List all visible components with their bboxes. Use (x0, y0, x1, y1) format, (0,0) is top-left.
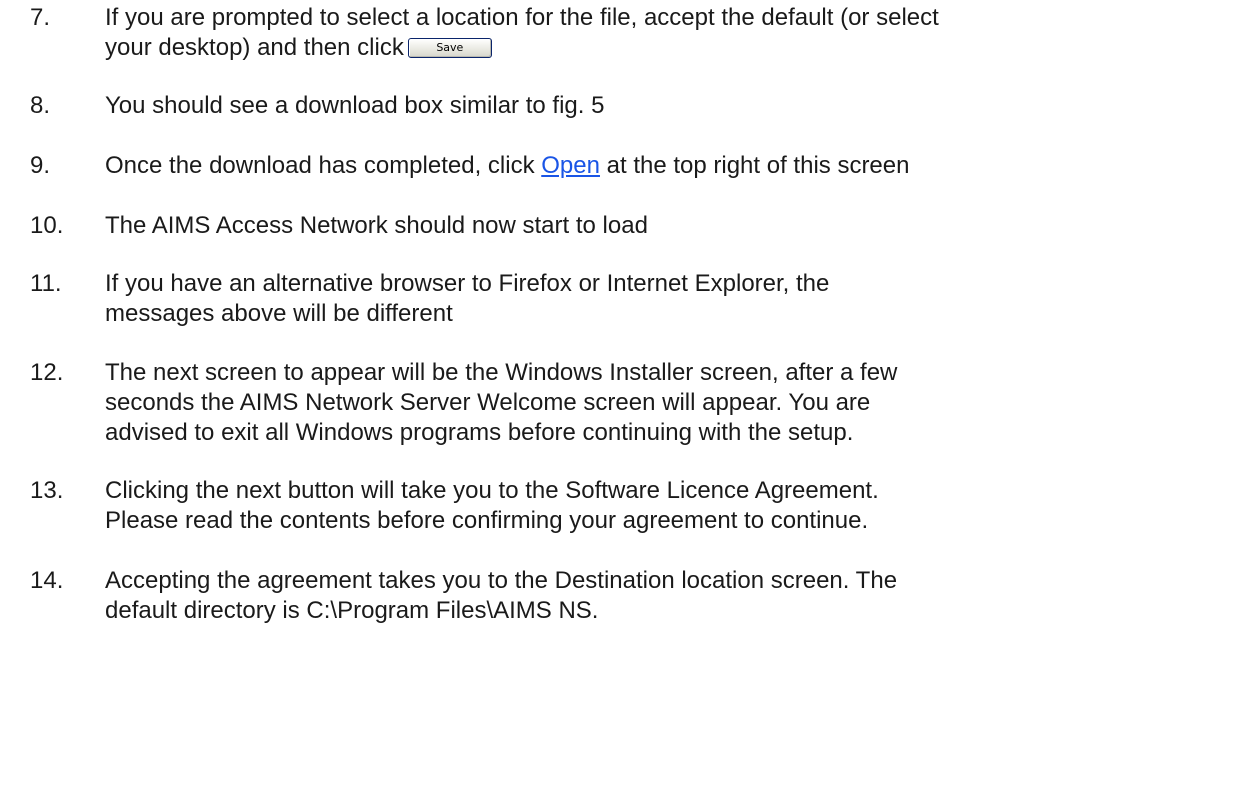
step-number: 13. (30, 477, 64, 504)
step-text: your desktop) and then click (105, 34, 404, 61)
step-number: 7. (30, 4, 51, 31)
document-page: 7. If you are prompted to select a locat… (0, 0, 1233, 785)
step-text-line: default directory is C:\Program Files\AI… (105, 597, 599, 624)
step-text-line: advised to exit all Windows programs bef… (105, 419, 854, 446)
step-number: 11. (30, 270, 62, 297)
step-text-line: Please read the contents before confirmi… (105, 507, 869, 534)
step-text: The AIMS Access Network should now start… (105, 212, 648, 239)
step-text-line: If you are prompted to select a location… (105, 4, 939, 31)
step-text-line: Accepting the agreement takes you to the… (105, 567, 898, 594)
step-number: 9. (30, 152, 51, 179)
step-text-line: Clicking the next button will take you t… (105, 477, 879, 504)
step-text-line: seconds the AIMS Network Server Welcome … (105, 389, 871, 416)
step-number: 10. (30, 212, 64, 239)
step-text: at the top right of this screen (599, 152, 910, 179)
step-text: Once the download has completed, click (105, 152, 542, 179)
save-button[interactable]: Save (407, 38, 492, 58)
step-number: 14. (30, 567, 64, 594)
step-text: You should see a download box similar to… (105, 92, 605, 119)
step-text-line: your desktop) and then click Save (105, 32, 1233, 64)
step-text-line: The next screen to appear will be the Wi… (105, 359, 898, 386)
step-text-line: If you have an alternative browser to Fi… (105, 270, 830, 297)
step-number: 12. (30, 359, 64, 386)
step-text-line: messages above will be different (105, 300, 453, 327)
open-link[interactable]: Open (541, 152, 600, 179)
step-text-line: Once the download has completed, click O… (105, 150, 1233, 182)
step-number: 8. (30, 92, 51, 119)
